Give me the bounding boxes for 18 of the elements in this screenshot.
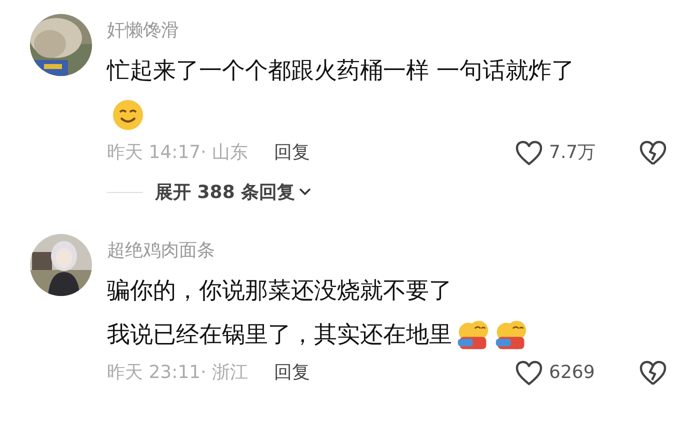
broken-heart-icon[interactable]	[639, 360, 667, 386]
reply-link[interactable]: 回复	[274, 358, 310, 388]
like-count: 6269	[549, 361, 596, 385]
reply-link[interactable]: 回复	[274, 138, 310, 168]
like-count: 7.7万	[549, 141, 597, 165]
comment-time-location: 昨天 14:17· 山东	[107, 141, 248, 165]
broken-heart-icon[interactable]	[639, 140, 667, 166]
expand-replies-link[interactable]: 展开 388 条回复	[155, 180, 312, 204]
heart-icon[interactable]	[515, 360, 543, 386]
comment-text: 我说已经在锅里了，其实还在地里	[107, 321, 452, 350]
comment-text: 骗你的，你说那菜还没烧就不要了	[107, 277, 452, 306]
hug-emoji-icon	[494, 319, 528, 351]
heart-icon[interactable]	[515, 140, 543, 166]
hug-emoji-icon	[456, 319, 490, 351]
comment-time-location: 昨天 23:11· 浙江	[107, 361, 248, 385]
chevron-down-icon[interactable]	[299, 188, 312, 196]
comment-text: 忙起来了一个个都跟火药桶一样 一句话就炸了	[107, 57, 574, 86]
smiley-emoji-icon	[111, 99, 145, 131]
